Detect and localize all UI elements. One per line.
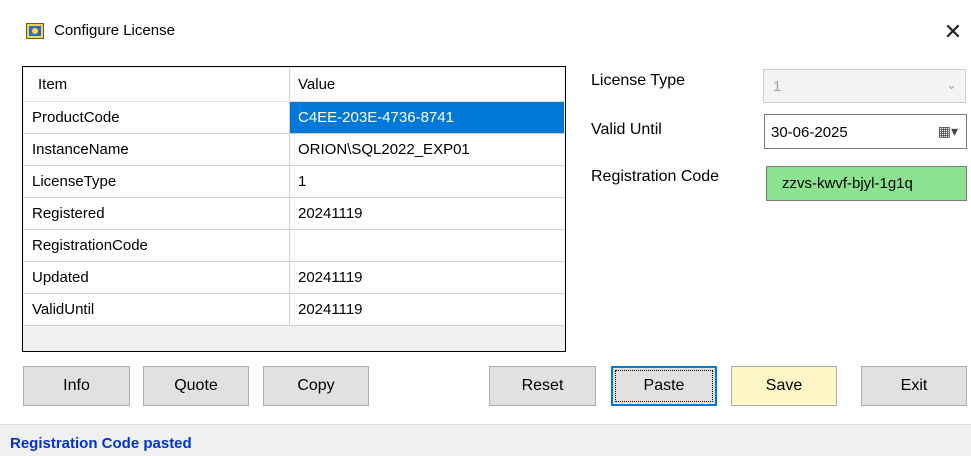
license-type-label: License Type — [591, 72, 685, 89]
valid-until-label: Valid Until — [591, 121, 662, 138]
calendar-icon[interactable]: ▦▾ — [938, 123, 958, 140]
exit-button[interactable]: Exit — [861, 366, 967, 406]
reset-button[interactable]: Reset — [489, 366, 596, 406]
cell-value[interactable] — [290, 230, 564, 262]
license-data-grid[interactable]: Item Value ProductCode C4EE-203E-4736-87… — [22, 66, 566, 352]
cell-item[interactable]: InstanceName — [24, 134, 290, 166]
title-bar: Configure License ✕ — [0, 0, 971, 60]
table-row[interactable]: ProductCode C4EE-203E-4736-8741 — [24, 102, 564, 134]
save-button[interactable]: Save — [731, 366, 837, 406]
cell-item[interactable]: RegistrationCode — [24, 230, 290, 262]
registration-code-input[interactable]: zzvs-kwvf-bjyl-1g1q — [766, 166, 967, 201]
cell-value[interactable]: 20241119 — [290, 262, 564, 294]
paste-button-label: Paste — [615, 370, 713, 402]
column-header-value[interactable]: Value — [290, 68, 564, 102]
cell-value[interactable]: 20241119 — [290, 294, 564, 326]
registration-code-label: Registration Code — [591, 168, 720, 185]
cell-value[interactable]: ORION\SQL2022_EXP01 — [290, 134, 564, 166]
paste-button[interactable]: Paste — [611, 366, 717, 406]
quote-button[interactable]: Quote — [143, 366, 249, 406]
table-row[interactable]: RegistrationCode — [24, 230, 564, 262]
cell-item[interactable]: LicenseType — [24, 166, 290, 198]
valid-until-value: 30-06-2025 — [771, 124, 848, 141]
registration-code-value: zzvs-kwvf-bjyl-1g1q — [782, 175, 913, 192]
license-type-value: 1 — [773, 78, 782, 95]
chevron-down-icon: ⌄ — [946, 77, 957, 92]
table-row[interactable]: LicenseType 1 — [24, 166, 564, 198]
status-bar: Registration Code pasted — [0, 424, 971, 456]
cell-value[interactable]: 1 — [290, 166, 564, 198]
close-icon[interactable]: ✕ — [938, 17, 968, 47]
table-row[interactable]: Registered 20241119 — [24, 198, 564, 230]
table-row[interactable]: InstanceName ORION\SQL2022_EXP01 — [24, 134, 564, 166]
table-row[interactable]: Updated 20241119 — [24, 262, 564, 294]
cell-value-selected[interactable]: C4EE-203E-4736-8741 — [290, 102, 564, 134]
cell-item[interactable]: ProductCode — [24, 102, 290, 134]
info-button[interactable]: Info — [23, 366, 130, 406]
cell-item[interactable]: Registered — [24, 198, 290, 230]
license-app-icon — [26, 23, 44, 39]
window-title: Configure License — [54, 22, 175, 39]
column-header-item[interactable]: Item — [24, 68, 290, 102]
cell-value[interactable]: 20241119 — [290, 198, 564, 230]
grid-header-row: Item Value — [24, 68, 564, 102]
table-row[interactable]: ValidUntil 20241119 — [24, 294, 564, 326]
cell-item[interactable]: Updated — [24, 262, 290, 294]
valid-until-datepicker[interactable]: 30-06-2025 ▦▾ — [764, 114, 967, 149]
status-message: Registration Code pasted — [10, 435, 192, 452]
copy-button[interactable]: Copy — [263, 366, 369, 406]
license-type-select: 1 ⌄ — [763, 69, 966, 103]
cell-item[interactable]: ValidUntil — [24, 294, 290, 326]
